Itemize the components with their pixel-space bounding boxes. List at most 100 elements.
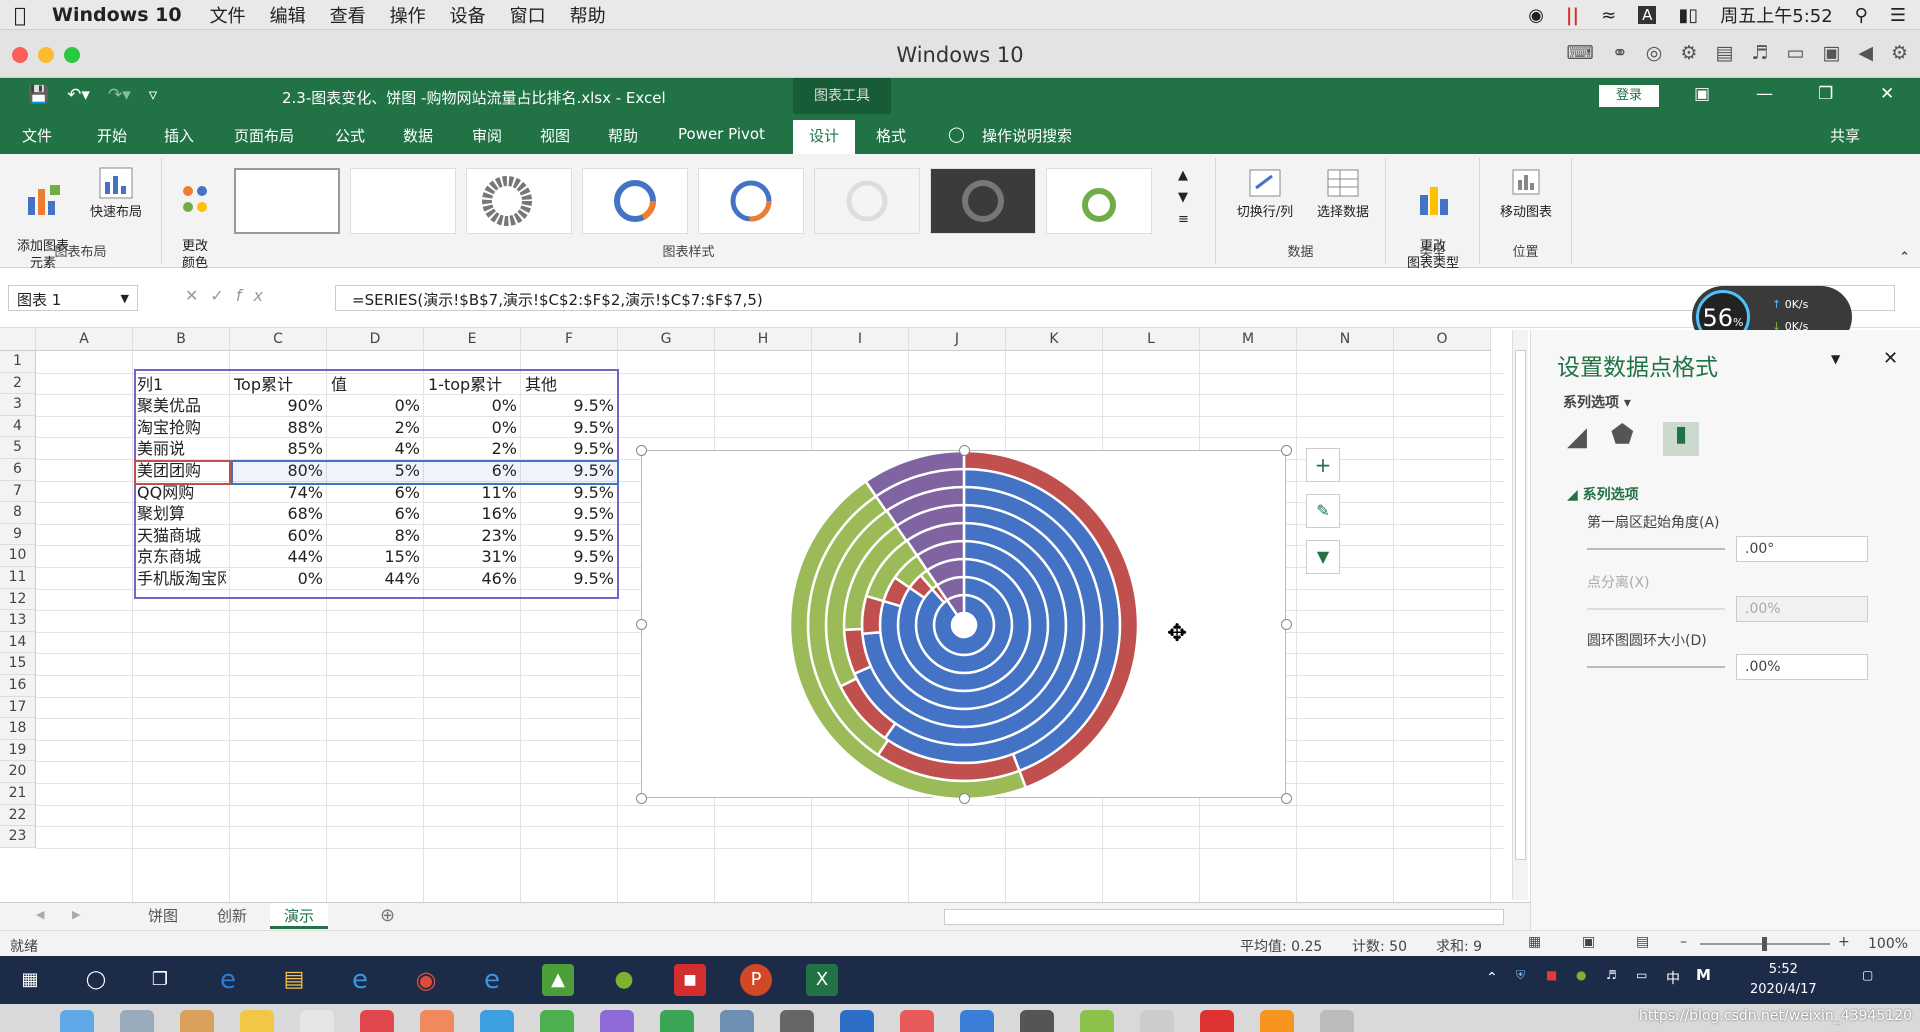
column-header[interactable]: M xyxy=(1200,328,1297,351)
dock-app-icon-1[interactable] xyxy=(120,1010,154,1032)
resize-handle-br[interactable] xyxy=(1281,793,1292,804)
scroll-thumb[interactable] xyxy=(1515,350,1526,860)
chart-style-8[interactable] xyxy=(1046,168,1152,234)
row-header[interactable]: 11 xyxy=(0,567,36,589)
dock-app-icon-10[interactable] xyxy=(720,1010,754,1032)
mac-menu-window[interactable]: 窗口 xyxy=(510,2,546,28)
dock-app-icon-6[interactable] xyxy=(480,1010,514,1032)
image-app-icon[interactable]: ▲ xyxy=(542,964,574,996)
powerpoint-icon[interactable]: P xyxy=(740,964,772,996)
sheet-prev-icon[interactable]: ◀ xyxy=(36,908,44,921)
resize-handle-b[interactable] xyxy=(959,793,970,804)
pane-close-icon[interactable]: ✕ xyxy=(1883,348,1898,369)
vertical-scrollbar[interactable] xyxy=(1512,330,1528,900)
angle-input[interactable]: .00° xyxy=(1736,536,1868,562)
cancel-icon[interactable]: ✕ xyxy=(185,286,210,305)
row-header[interactable]: 10 xyxy=(0,545,36,567)
quick-layout-button[interactable]: 快速布局 xyxy=(80,166,152,221)
column-header[interactable]: D xyxy=(327,328,424,351)
mac-menu-view[interactable]: 查看 xyxy=(330,2,366,28)
dock-finder-icon[interactable] xyxy=(60,1010,94,1032)
effects-icon[interactable]: ⬟ xyxy=(1611,420,1634,450)
select-all-corner[interactable] xyxy=(0,328,36,351)
chart-style-3[interactable] xyxy=(466,168,572,234)
tab-review[interactable]: 审阅 xyxy=(472,125,502,146)
spotlight-icon[interactable]: ⚲ xyxy=(1855,5,1868,26)
row-header[interactable]: 4 xyxy=(0,415,36,438)
tray-network-icon[interactable]: ▭ xyxy=(1636,968,1647,982)
disc-icon[interactable]: ◎ xyxy=(1646,42,1663,64)
dock-app-icon-18[interactable] xyxy=(1200,1010,1234,1032)
tab-view[interactable]: 视图 xyxy=(540,125,570,146)
resize-handle-t[interactable] xyxy=(959,445,970,456)
tray-shield-icon[interactable]: ⛨ xyxy=(1516,968,1525,983)
wifi-icon[interactable]: ≈ xyxy=(1601,5,1616,26)
resize-handle-tr[interactable] xyxy=(1281,445,1292,456)
row-header[interactable]: 8 xyxy=(0,502,36,524)
switch-row-column-button[interactable]: 切换行/列 xyxy=(1228,166,1302,221)
dock-app-icon-7[interactable] xyxy=(540,1010,574,1032)
tab-home[interactable]: 开始 xyxy=(97,125,127,146)
collapse-ribbon-icon[interactable]: ⌃ xyxy=(1899,250,1910,265)
tab-design[interactable]: 设计 xyxy=(793,120,856,154)
row-header[interactable]: 15 xyxy=(0,653,36,675)
column-header[interactable]: N xyxy=(1297,328,1394,351)
chart-style-2[interactable] xyxy=(350,168,456,234)
series-options-dropdown[interactable]: 系列选项 ▾ xyxy=(1563,392,1631,412)
dock-app-icon-14[interactable] xyxy=(960,1010,994,1032)
tab-data[interactable]: 数据 xyxy=(403,125,433,146)
row-header[interactable]: 7 xyxy=(0,480,36,503)
tray-wechat-icon[interactable]: ● xyxy=(1576,968,1586,982)
horizontal-scrollbar[interactable] xyxy=(944,909,1504,925)
row-header[interactable]: 1 xyxy=(0,351,36,373)
column-header[interactable]: G xyxy=(618,328,715,351)
resize-handle-l[interactable] xyxy=(636,619,647,630)
ie-icon[interactable]: e xyxy=(344,964,376,996)
chevron-down-icon[interactable]: ▼ xyxy=(121,292,129,305)
styles-more-icon[interactable]: ≡ xyxy=(1178,212,1189,227)
tab-format[interactable]: 格式 xyxy=(876,125,906,146)
dock-app-icon-13[interactable] xyxy=(900,1010,934,1032)
row-header[interactable]: 20 xyxy=(0,761,36,783)
resize-handle-bl[interactable] xyxy=(636,793,647,804)
action-center-icon[interactable]: ▢ xyxy=(1862,968,1873,982)
tab-help[interactable]: 帮助 xyxy=(608,125,638,146)
tools-icon[interactable]: ⚙ xyxy=(1680,42,1697,64)
styles-scroll-up-icon[interactable]: ▲ xyxy=(1178,168,1188,183)
zoom-slider-thumb[interactable] xyxy=(1762,937,1767,951)
mac-clock[interactable]: 周五上午5:52 xyxy=(1720,2,1832,28)
sheet-tab-innovation[interactable]: 创新 xyxy=(203,903,261,929)
dock-app-icon-4[interactable] xyxy=(360,1010,394,1032)
column-header[interactable]: I xyxy=(812,328,909,351)
column-header[interactable]: E xyxy=(424,328,521,351)
ie-alt-icon[interactable]: e xyxy=(476,964,508,996)
row-header[interactable]: 23 xyxy=(0,826,36,848)
chrome-icon[interactable]: ◉ xyxy=(410,964,442,996)
sound-icon[interactable]: ♬ xyxy=(1751,42,1768,64)
chart-elements-plus-button[interactable]: + xyxy=(1306,448,1340,482)
dock-app-icon-8[interactable] xyxy=(600,1010,634,1032)
restore-icon[interactable]: ❐ xyxy=(1818,84,1833,104)
row-header[interactable]: 3 xyxy=(0,394,36,416)
tell-me-search[interactable]: 操作说明搜索 xyxy=(982,125,1072,146)
tray-m-icon[interactable]: M xyxy=(1696,966,1711,984)
styles-scroll-down-icon[interactable]: ▼ xyxy=(1178,190,1188,205)
dock-app-icon-16[interactable] xyxy=(1080,1010,1114,1032)
file-explorer-icon[interactable]: ▤ xyxy=(278,964,310,996)
tray-volume-icon[interactable]: ♬ xyxy=(1606,968,1617,982)
move-chart-button[interactable]: 移动图表 xyxy=(1486,166,1566,221)
task-view-icon[interactable]: ❐ xyxy=(144,964,176,996)
row-header[interactable]: 18 xyxy=(0,718,36,740)
row-header[interactable]: 9 xyxy=(0,523,36,546)
ribbon-display-icon[interactable]: ▣ xyxy=(1694,84,1710,104)
column-header[interactable]: A xyxy=(36,328,133,351)
chart-style-7[interactable] xyxy=(930,168,1036,234)
row-header[interactable]: 13 xyxy=(0,610,36,632)
mac-menu-action[interactable]: 操作 xyxy=(390,2,426,28)
red-app-icon[interactable]: ■ xyxy=(674,964,706,996)
hole-size-slider[interactable] xyxy=(1587,666,1725,668)
normal-view-icon[interactable]: ▦ xyxy=(1528,934,1541,950)
start-icon[interactable]: ▦ xyxy=(14,964,46,996)
sheet-tab-demo[interactable]: 演示 xyxy=(270,903,329,929)
column-header[interactable]: J xyxy=(909,328,1006,351)
